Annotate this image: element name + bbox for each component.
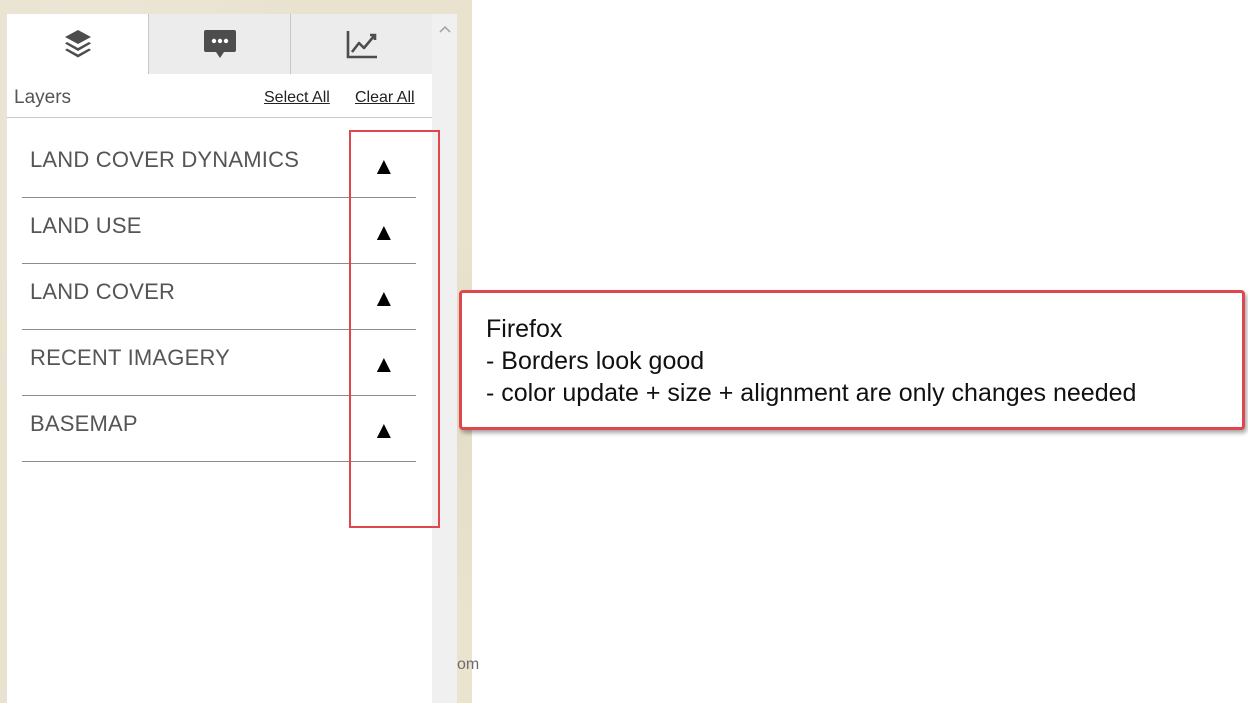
map-attribution: om — [457, 656, 480, 673]
chat-bubble-icon — [203, 30, 236, 58]
scroll-up-arrow-icon[interactable] — [432, 18, 457, 38]
layer-group-label: LAND USE — [30, 213, 142, 238]
clear-all-link[interactable]: Clear All — [355, 89, 415, 107]
tab-charts[interactable] — [290, 14, 432, 74]
screenshot-stage: om Layers Select All Clear All LAND COVE… — [0, 0, 1248, 703]
layer-group-label: BASEMAP — [30, 411, 138, 436]
layer-group-label: LAND COVER — [30, 279, 176, 304]
annotation-note: Firefox - Borders look good - color upda… — [459, 290, 1245, 430]
tab-comments[interactable] — [148, 14, 290, 74]
layer-group-label: LAND COVER DYNAMICS — [30, 147, 300, 172]
annotation-line: - color update + size + alignment are on… — [486, 379, 1137, 407]
panel-tabs — [7, 14, 432, 74]
layer-group-label: RECENT IMAGERY — [30, 345, 231, 370]
select-all-link[interactable]: Select All — [264, 89, 330, 107]
line-chart-icon — [346, 31, 377, 59]
layers-icon — [64, 30, 91, 58]
tab-layers[interactable] — [7, 14, 148, 74]
layers-header: Layers Select All Clear All — [7, 74, 432, 118]
layers-title: Layers — [14, 87, 72, 108]
annotation-line: - Borders look good — [486, 347, 705, 375]
annotation-highlight-box — [349, 130, 440, 528]
annotation-line: Firefox — [486, 315, 563, 343]
